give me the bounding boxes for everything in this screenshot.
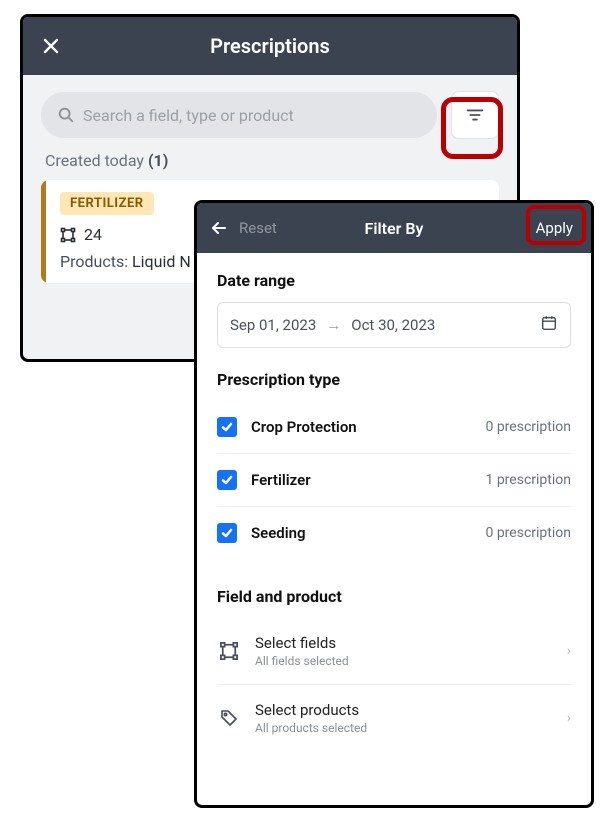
search-input[interactable]: Search a field, type or product (41, 92, 437, 138)
select-products-title: Select products (255, 701, 367, 719)
back-arrow-icon (209, 218, 229, 238)
filter-panel: Reset Filter By Apply Date range Sep 01,… (194, 200, 594, 808)
select-fields-sub: All fields selected (255, 654, 349, 668)
date-from: Sep 01, 2023 (230, 316, 316, 334)
select-products-sub: All products selected (255, 721, 367, 735)
type-name: Fertilizer (251, 471, 311, 489)
filter-body: Date range Sep 01, 2023 → Oct 30, 2023 P… (197, 253, 591, 805)
arrow-right-icon: → (326, 316, 341, 334)
select-fields-row[interactable]: Select fields All fields selected › (217, 618, 571, 685)
type-count: 0 prescription (485, 419, 571, 435)
prescriptions-header: Prescriptions (23, 17, 517, 75)
reset-button[interactable]: Reset (239, 219, 277, 237)
section-label-text: Created today (45, 151, 144, 170)
type-name: Crop Protection (251, 418, 357, 436)
search-row: Search a field, type or product (23, 75, 517, 149)
card-tag: FERTILIZER (60, 192, 154, 215)
date-to: Oct 30, 2023 (351, 316, 435, 334)
card-count: 24 (84, 225, 102, 244)
search-icon (57, 106, 75, 124)
prescription-type-label: Prescription type (217, 370, 571, 389)
filter-icon (464, 104, 486, 126)
type-row-seeding[interactable]: Seeding 0 prescription (217, 507, 571, 567)
apply-label: Apply (536, 219, 573, 237)
type-name: Seeding (251, 524, 306, 542)
checkbox[interactable] (217, 417, 237, 437)
apply-button[interactable]: Apply (530, 215, 579, 241)
type-row-fertilizer[interactable]: Fertilizer 1 prescription (217, 454, 571, 507)
type-row-crop-protection[interactable]: Crop Protection 0 prescription (217, 401, 571, 454)
back-button[interactable] (209, 218, 235, 238)
date-range-label: Date range (217, 271, 571, 290)
close-icon (41, 36, 61, 56)
checkbox[interactable] (217, 523, 237, 543)
field-product-list: Select fields All fields selected › Sele… (217, 618, 571, 751)
close-button[interactable] (37, 32, 65, 60)
calendar-icon (540, 314, 558, 336)
chevron-right-icon: › (567, 643, 571, 659)
select-products-row[interactable]: Select products All products selected › (217, 685, 571, 751)
chevron-right-icon: › (567, 710, 571, 726)
filter-header: Reset Filter By Apply (197, 203, 591, 253)
type-count: 0 prescription (485, 525, 571, 541)
section-created-today: Created today (1) (23, 149, 517, 180)
area-icon (60, 227, 76, 243)
filter-button[interactable] (451, 91, 499, 139)
tag-icon (217, 708, 241, 728)
products-label: Products: (60, 252, 128, 271)
search-placeholder: Search a field, type or product (83, 106, 294, 125)
checkbox[interactable] (217, 470, 237, 490)
select-fields-title: Select fields (255, 634, 349, 652)
page-title: Prescriptions (23, 34, 517, 58)
type-count: 1 prescription (485, 472, 571, 488)
date-range-input[interactable]: Sep 01, 2023 → Oct 30, 2023 (217, 302, 571, 348)
section-count: (1) (148, 151, 168, 170)
products-value: Liquid N (132, 252, 191, 271)
prescription-type-list: Crop Protection 0 prescription Fertilize… (217, 401, 571, 567)
area-icon (217, 641, 241, 661)
field-product-label: Field and product (217, 587, 571, 606)
